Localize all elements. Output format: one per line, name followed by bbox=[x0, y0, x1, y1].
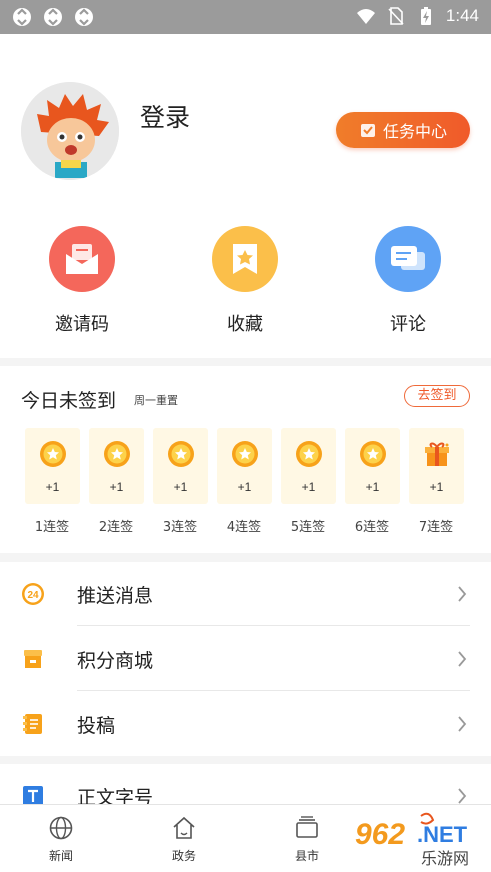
favorites-circle bbox=[212, 226, 278, 292]
divider bbox=[77, 625, 470, 626]
comment-bubble-icon bbox=[391, 246, 425, 270]
bookmark-star-icon bbox=[233, 244, 257, 274]
layers-icon bbox=[296, 816, 318, 838]
day-reward: +1 bbox=[429, 480, 444, 494]
day-streak-label: 3连签 bbox=[162, 520, 198, 535]
svg-text:24: 24 bbox=[27, 590, 39, 601]
menu-item-label: 推送消息 bbox=[77, 585, 154, 607]
menu-item-push-messages[interactable]: 24 推送消息 bbox=[0, 562, 491, 626]
svg-text:962: 962 bbox=[355, 818, 405, 851]
day-card: +1 bbox=[89, 428, 144, 504]
comments-button[interactable]: 评论 bbox=[358, 226, 458, 336]
tab-label: 新闻 bbox=[48, 849, 73, 863]
chevron-right-icon bbox=[458, 651, 467, 667]
invite-code-label: 邀请码 bbox=[55, 314, 109, 335]
day-reward: +1 bbox=[301, 480, 316, 494]
wifi-icon bbox=[356, 9, 375, 24]
invite-code-circle bbox=[49, 226, 115, 292]
day-card: +1 bbox=[281, 428, 336, 504]
coin-star-icon bbox=[296, 441, 322, 467]
coin-star-icon bbox=[360, 441, 386, 467]
avatar[interactable] bbox=[21, 82, 119, 180]
clock: 1:44 bbox=[445, 6, 479, 25]
notification-icons bbox=[12, 7, 94, 27]
day-reward: +1 bbox=[365, 480, 380, 494]
day-reward: +1 bbox=[237, 480, 252, 494]
day-reward: +1 bbox=[109, 480, 124, 494]
menu-item-label: 投稿 bbox=[77, 715, 116, 737]
battery-charging-icon bbox=[420, 7, 431, 25]
notebook-icon bbox=[23, 714, 42, 734]
signin-status-title: 今日未签到 bbox=[21, 390, 117, 412]
day-card: +1 bbox=[25, 428, 80, 504]
day-reward: +1 bbox=[45, 480, 60, 494]
day-streak-label: 1连签 bbox=[34, 520, 70, 535]
push-24-icon: 24 bbox=[22, 583, 44, 605]
tab-label: 县市 bbox=[294, 849, 319, 863]
lion-mascot-icon bbox=[21, 82, 119, 180]
profile-section: 登录 任务中心 邀请码 收藏 评论 bbox=[0, 34, 491, 358]
menu-item-points-store[interactable]: 积分商城 bbox=[0, 627, 491, 691]
coin-star-icon bbox=[232, 441, 258, 467]
day-card: +1 bbox=[409, 428, 464, 504]
tab-government[interactable]: 政务 bbox=[154, 815, 214, 864]
day-streak-label: 4连签 bbox=[226, 520, 262, 535]
sync-notification-icon bbox=[13, 8, 31, 26]
day-streak-label: 2连签 bbox=[98, 520, 134, 535]
no-sim-icon bbox=[388, 7, 404, 25]
system-icons: 1:44 bbox=[356, 6, 479, 26]
chevron-right-icon bbox=[458, 586, 467, 602]
sync-notification-icon bbox=[44, 8, 62, 26]
day-card: +1 bbox=[345, 428, 400, 504]
chevron-right-icon bbox=[458, 716, 467, 732]
menu-item-label: 积分商城 bbox=[77, 650, 154, 672]
comments-circle bbox=[375, 226, 441, 292]
site-watermark-logo: 962 .NET 乐游网 bbox=[354, 812, 470, 868]
login-link[interactable]: 登录 bbox=[140, 98, 190, 134]
svg-text:.NET: .NET bbox=[417, 822, 468, 847]
sync-notification-icon bbox=[75, 8, 93, 26]
day-streak-label: 5连签 bbox=[290, 520, 326, 535]
signin-reset-note: 周一重置 bbox=[134, 394, 178, 407]
settings-menu: 24 推送消息 积分商城 投稿 bbox=[0, 562, 491, 756]
task-calendar-icon bbox=[360, 124, 375, 137]
chevron-right-icon bbox=[458, 788, 467, 804]
tab-label: 政务 bbox=[171, 849, 196, 863]
svg-text:乐游网: 乐游网 bbox=[421, 849, 469, 868]
tab-counties[interactable]: 县市 bbox=[277, 815, 337, 864]
coin-star-icon bbox=[40, 441, 66, 467]
store-icon bbox=[24, 650, 42, 668]
menu-item-submit-article[interactable]: 投稿 bbox=[0, 692, 491, 756]
divider bbox=[77, 690, 470, 691]
envelope-icon bbox=[66, 244, 98, 274]
signin-section: 今日未签到 周一重置 去签到 +1 +1 +1 +1 +1 +1 +1 1连签 … bbox=[0, 366, 491, 553]
tab-news[interactable]: 新闻 bbox=[31, 815, 91, 864]
task-center-label: 任务中心 bbox=[382, 122, 447, 141]
favorites-button[interactable]: 收藏 bbox=[195, 226, 295, 336]
status-bar: 1:44 bbox=[0, 0, 491, 34]
coin-star-icon bbox=[104, 441, 130, 467]
favorites-label: 收藏 bbox=[227, 314, 263, 335]
day-streak-label: 6连签 bbox=[354, 520, 390, 535]
day-card: +1 bbox=[217, 428, 272, 504]
task-center-button[interactable]: 任务中心 bbox=[336, 112, 470, 148]
sign-in-button[interactable]: 去签到 bbox=[404, 385, 470, 407]
globe-icon bbox=[49, 816, 73, 840]
gift-box-icon bbox=[425, 442, 449, 466]
coin-star-icon bbox=[168, 441, 194, 467]
day-card: +1 bbox=[153, 428, 208, 504]
day-reward: +1 bbox=[173, 480, 188, 494]
invite-code-button[interactable]: 邀请码 bbox=[32, 226, 132, 336]
day-streak-label: 7连签 bbox=[418, 520, 454, 535]
comments-label: 评论 bbox=[390, 314, 426, 335]
home-icon bbox=[173, 816, 195, 839]
